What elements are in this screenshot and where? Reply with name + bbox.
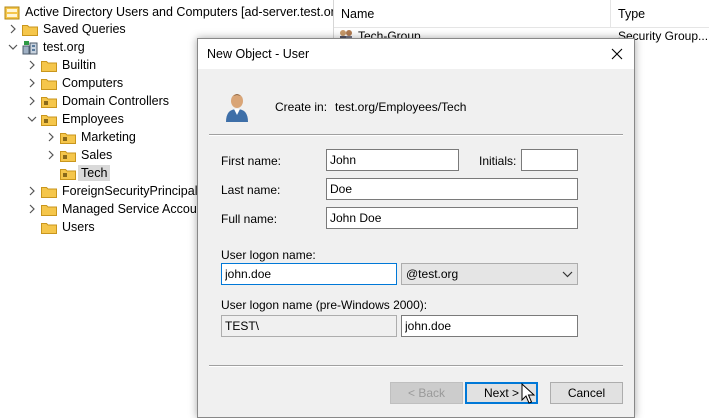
new-object-user-dialog: New Object - User Create in: test.org/Em… bbox=[197, 38, 635, 418]
folder-icon bbox=[22, 23, 38, 36]
column-header-name[interactable]: Name bbox=[334, 0, 611, 28]
tree-item-label: Builtin bbox=[62, 58, 97, 72]
chevron-right-icon[interactable] bbox=[27, 186, 37, 196]
divider bbox=[209, 365, 623, 367]
mouse-pointer-icon bbox=[521, 382, 537, 405]
tree-item-label: Saved Queries bbox=[43, 22, 126, 36]
chevron-right-icon[interactable] bbox=[46, 132, 56, 142]
back-button[interactable]: < Back bbox=[390, 382, 463, 404]
folder-icon bbox=[41, 59, 57, 72]
first-name-field[interactable] bbox=[326, 149, 459, 171]
domain-icon bbox=[22, 40, 38, 54]
tree-item-computers[interactable]: Computers bbox=[27, 74, 123, 92]
console-root-icon bbox=[4, 6, 20, 19]
folder-icon bbox=[41, 203, 57, 216]
cancel-button[interactable]: Cancel bbox=[550, 382, 623, 404]
tree-item-employees[interactable]: Employees bbox=[27, 110, 124, 128]
tree-item-test-org[interactable]: test.org bbox=[8, 38, 85, 56]
tree-item-label: Computers bbox=[62, 76, 124, 90]
tree-item-label: ForeignSecurityPrincipals bbox=[62, 184, 204, 198]
domain-suffix-value: @test.org bbox=[406, 267, 459, 281]
folder-icon bbox=[41, 77, 57, 90]
ou-folder-icon bbox=[60, 149, 76, 162]
chevron-right-icon[interactable] bbox=[27, 96, 37, 106]
ou-folder-icon bbox=[60, 131, 76, 144]
ou-folder-icon bbox=[41, 113, 57, 126]
chevron-right-icon[interactable] bbox=[27, 60, 37, 70]
folder-icon bbox=[41, 221, 57, 234]
full-name-label: Full name: bbox=[221, 212, 278, 226]
chevron-down-icon[interactable] bbox=[8, 42, 18, 52]
close-icon[interactable] bbox=[606, 43, 628, 65]
chevron-right-icon[interactable] bbox=[27, 78, 37, 88]
logon-name-label: User logon name: bbox=[221, 248, 316, 262]
tree-item-label: Domain Controllers bbox=[62, 94, 169, 108]
ou-folder-icon bbox=[60, 167, 76, 180]
tree-item-sales[interactable]: Sales bbox=[46, 146, 112, 164]
pre2000-name-field[interactable] bbox=[401, 315, 578, 337]
domain-suffix-select[interactable]: @test.org bbox=[401, 263, 578, 285]
pre2000-label: User logon name (pre-Windows 2000): bbox=[221, 298, 428, 312]
initials-field[interactable] bbox=[521, 149, 578, 171]
tree-root[interactable]: Active Directory Users and Computers [ad… bbox=[4, 3, 333, 21]
tree-item-label: Employees bbox=[62, 112, 124, 126]
create-in-value: test.org/Employees/Tech bbox=[335, 100, 467, 114]
last-name-label: Last name: bbox=[221, 183, 281, 197]
pre2000-domain-field bbox=[221, 315, 397, 337]
first-name-label: First name: bbox=[221, 154, 282, 168]
tree-item-saved-queries[interactable]: Saved Queries bbox=[8, 20, 126, 38]
divider bbox=[209, 134, 623, 136]
tree-item-marketing[interactable]: Marketing bbox=[46, 128, 136, 146]
ou-folder-icon bbox=[41, 95, 57, 108]
chevron-right-icon[interactable] bbox=[8, 24, 18, 34]
chevron-right-icon[interactable] bbox=[46, 150, 56, 160]
chevron-down-icon bbox=[562, 267, 573, 281]
tree-item-label: Managed Service Accounts bbox=[62, 202, 214, 216]
tree-item-label: test.org bbox=[43, 40, 85, 54]
tree-item-label: Tech bbox=[78, 165, 111, 181]
tree-item-users[interactable]: Users bbox=[27, 218, 95, 236]
tree-item-builtin[interactable]: Builtin bbox=[27, 56, 96, 74]
tree-item-tech[interactable]: Tech bbox=[46, 164, 111, 182]
chevron-right-icon[interactable] bbox=[27, 204, 37, 214]
tree-item-managed-service-accounts[interactable]: Managed Service Accounts bbox=[27, 200, 213, 218]
tree-item-foreign-security-principals[interactable]: ForeignSecurityPrincipals bbox=[27, 182, 204, 200]
tree-root-label: Active Directory Users and Computers [ad… bbox=[25, 5, 333, 19]
tree-item-domain-controllers[interactable]: Domain Controllers bbox=[27, 92, 169, 110]
last-name-field[interactable] bbox=[326, 178, 578, 200]
user-icon bbox=[223, 91, 251, 123]
dialog-title: New Object - User bbox=[207, 47, 310, 61]
folder-icon bbox=[41, 185, 57, 198]
tree-item-label: Sales bbox=[81, 148, 113, 162]
chevron-down-icon[interactable] bbox=[27, 114, 37, 124]
tree-item-label: Users bbox=[62, 220, 95, 234]
initials-label: Initials: bbox=[479, 154, 517, 168]
dialog-header: Create in: test.org/Employees/Tech bbox=[198, 69, 634, 135]
list-header: Name Type bbox=[334, 0, 709, 28]
create-in-label: Create in: bbox=[275, 100, 328, 114]
tree-item-label: Marketing bbox=[81, 130, 136, 144]
full-name-field[interactable] bbox=[326, 207, 578, 229]
column-header-type[interactable]: Type bbox=[611, 0, 645, 28]
dialog-titlebar: New Object - User bbox=[198, 39, 634, 69]
logon-name-field[interactable] bbox=[221, 263, 397, 285]
